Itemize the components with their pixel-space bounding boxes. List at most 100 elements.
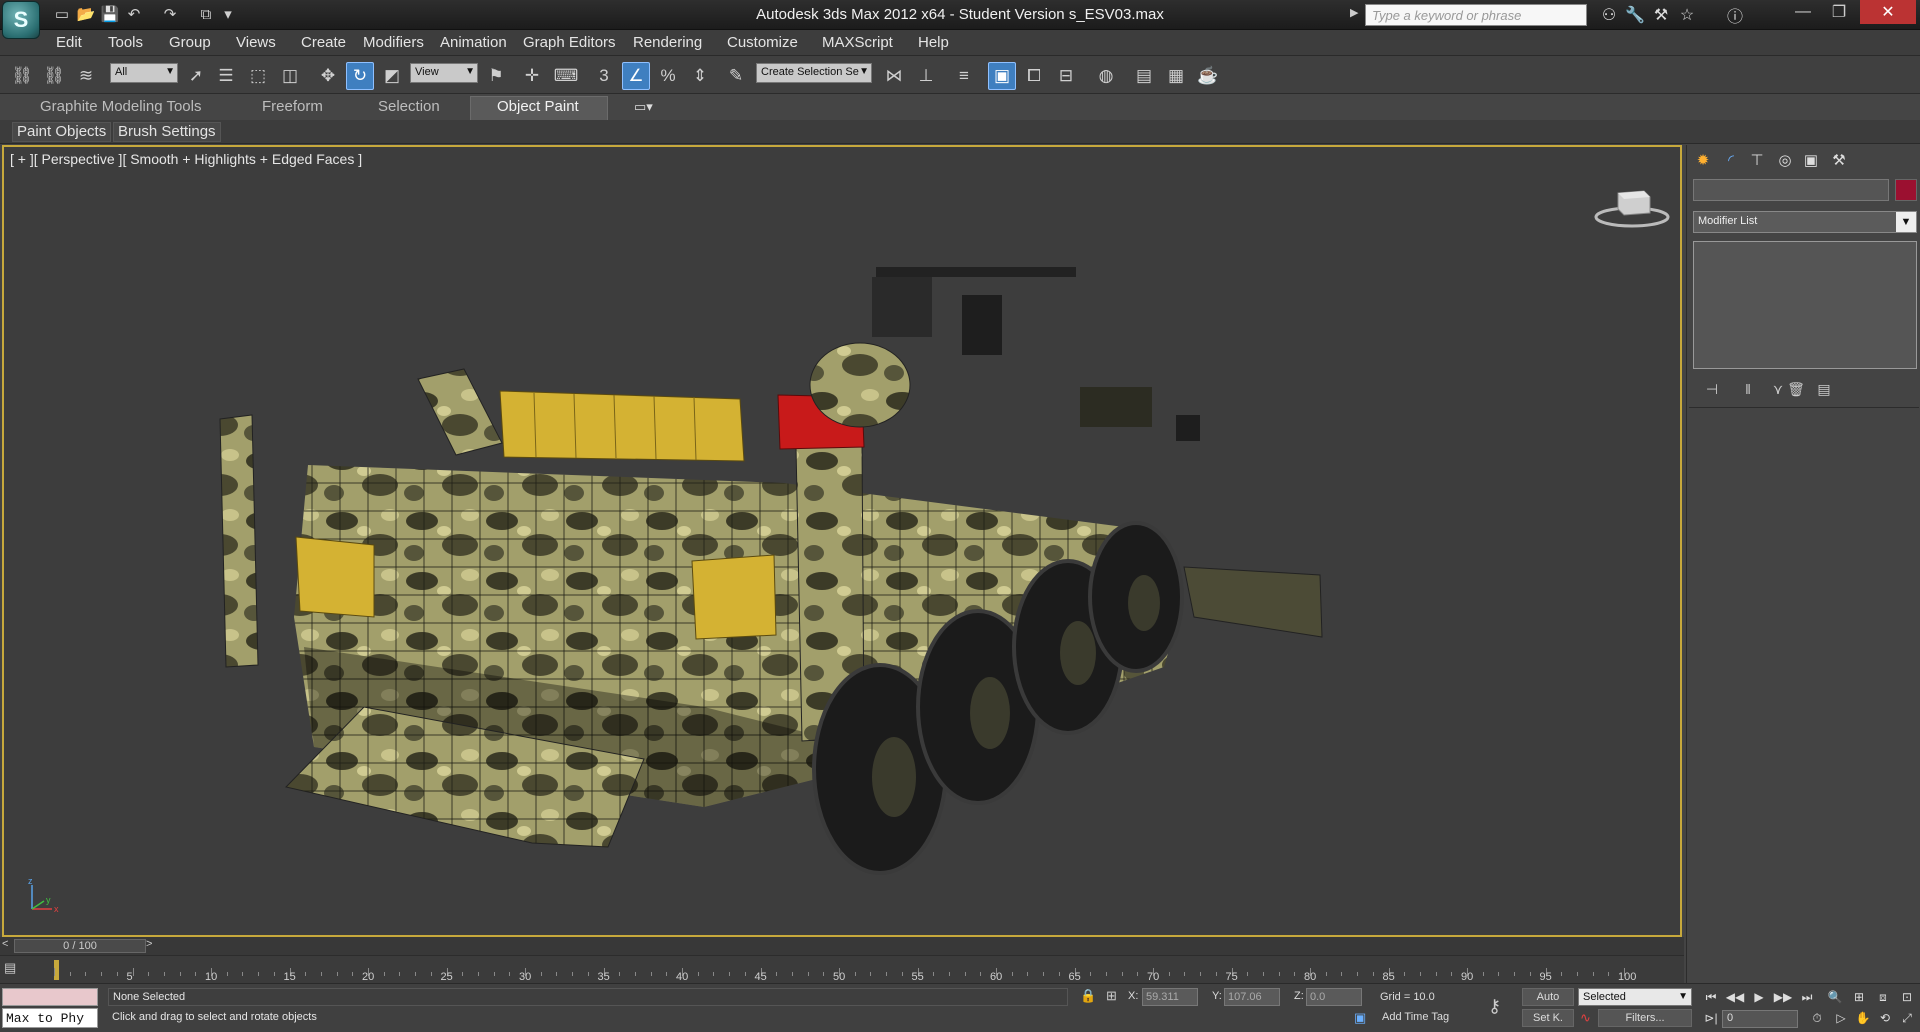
menu-graph-editors[interactable]: Graph Editors (523, 34, 616, 51)
previous-frame-icon[interactable]: ◀◀ (1724, 988, 1746, 1006)
quick-access-dropdown-icon[interactable]: ▾ (216, 3, 240, 25)
menu-create[interactable]: Create (301, 34, 346, 51)
pin-stack-icon[interactable]: ⊣ (1701, 379, 1723, 399)
current-frame-field[interactable]: 0 (1722, 1010, 1798, 1028)
bind-space-warp-icon[interactable]: ≋ (72, 62, 100, 90)
schematic-view-icon[interactable]: ⊟ (1052, 62, 1080, 90)
select-and-scale-icon[interactable]: ◩ (378, 62, 406, 90)
play-icon[interactable]: ▶ (1748, 988, 1770, 1006)
vehicle-model[interactable] (4, 147, 1680, 935)
window-crossing-icon[interactable]: ◫ (276, 62, 304, 90)
paint-objects-button[interactable]: Paint Objects (12, 122, 112, 142)
tab-selection[interactable]: Selection (378, 98, 440, 115)
perspective-viewport[interactable]: [ + ][ Perspective ][ Smooth + Highlight… (2, 145, 1682, 937)
pivot-center-icon[interactable]: ⚑ (482, 62, 510, 90)
modify-tab-icon[interactable]: ◜ (1719, 149, 1743, 171)
render-teapot-icon[interactable]: ☕ (1194, 62, 1222, 90)
next-frame-icon[interactable]: ▶▶ (1772, 988, 1794, 1006)
named-selection-dropdown[interactable]: Create Selection Se ▼ (756, 63, 872, 83)
select-object-icon[interactable]: ➚ (182, 62, 210, 90)
menu-animation[interactable]: Animation (440, 34, 507, 51)
percent-snap-icon[interactable]: % (654, 62, 682, 90)
keyboard-shortcut-override-icon[interactable]: ⌨ (552, 62, 580, 90)
ribbon-options-icon[interactable]: ▭▾ (634, 99, 653, 115)
lock-icon[interactable]: 🔒 (1080, 988, 1096, 1004)
zoom-icon[interactable]: 🔍 (1824, 988, 1846, 1006)
pan-view-icon[interactable]: ✋ (1852, 1009, 1874, 1027)
maxscript-mini-listener[interactable]: Max to Phy (2, 1008, 98, 1028)
maximize-icon[interactable]: ❐ (1822, 0, 1856, 24)
menu-edit[interactable]: Edit (56, 34, 82, 51)
time-configuration-icon[interactable]: ⏱ (1806, 1009, 1828, 1027)
z-coordinate-field[interactable]: 0.0 (1306, 988, 1362, 1006)
reference-coordinate-dropdown[interactable]: View ▼ (410, 63, 478, 83)
create-tab-icon[interactable]: ✹ (1691, 149, 1715, 171)
configure-modifier-sets-icon[interactable]: ▤ (1813, 379, 1835, 399)
y-coordinate-field[interactable]: 107.06 (1224, 988, 1280, 1006)
time-tag-icon[interactable]: ▣ (1354, 1010, 1366, 1026)
selection-filter-dropdown[interactable]: All ▼ (110, 63, 178, 83)
tab-freeform[interactable]: Freeform (262, 98, 323, 115)
help-icon[interactable]: ⓘ (1722, 4, 1748, 26)
menu-tools[interactable]: Tools (108, 34, 143, 51)
curve-editor-icon[interactable]: ⧠ (1020, 62, 1048, 90)
redo-icon[interactable]: ↷ (158, 3, 182, 25)
app-logo-icon[interactable]: S (2, 1, 40, 39)
modifier-stack[interactable] (1693, 241, 1917, 369)
open-file-icon[interactable]: 📂 (74, 3, 98, 25)
select-and-link-icon[interactable]: ⛓ (8, 62, 36, 90)
modifier-list-dropdown[interactable]: Modifier List ▼ (1693, 211, 1917, 233)
go-to-end-icon[interactable]: ⏭ (1796, 988, 1818, 1006)
time-slider[interactable]: < 0 / 100 > (0, 937, 1684, 955)
orbit-icon[interactable]: ⟲ (1874, 1009, 1896, 1027)
key-filters-button[interactable]: Filters... (1598, 1009, 1692, 1027)
menu-rendering[interactable]: Rendering (633, 34, 702, 51)
mirror-icon[interactable]: ⋈ (880, 62, 908, 90)
layer-manager-icon[interactable]: ≡ (950, 62, 978, 90)
key-tangent-icon[interactable]: ∿ (1580, 1010, 1591, 1026)
maximize-viewport-icon[interactable]: ⤢ (1896, 1009, 1918, 1027)
select-by-name-icon[interactable]: ☰ (212, 62, 240, 90)
key-filter-dropdown[interactable]: Selected ▼ (1578, 988, 1692, 1006)
subscription-key-icon[interactable]: 🔧 (1622, 4, 1648, 26)
menu-maxscript[interactable]: MAXScript (822, 34, 893, 51)
search-input[interactable]: Type a keyword or phrase (1365, 4, 1587, 26)
viewcube-icon[interactable] (1594, 183, 1670, 229)
new-file-icon[interactable]: ▭ (50, 3, 74, 25)
zoom-extents-icon[interactable]: ⧈ (1872, 988, 1894, 1006)
remove-modifier-icon[interactable]: 🗑 (1785, 379, 1807, 399)
display-tab-icon[interactable]: ▣ (1799, 149, 1823, 171)
menu-views[interactable]: Views (236, 34, 276, 51)
absolute-mode-icon[interactable]: ⊞ (1106, 988, 1117, 1004)
slider-right-arrow-icon[interactable]: > (146, 938, 152, 950)
edit-named-selection-icon[interactable]: ✎ (722, 62, 750, 90)
select-and-move-icon[interactable]: ✥ (314, 62, 342, 90)
brush-settings-button[interactable]: Brush Settings (113, 122, 221, 142)
graphite-toggle-icon[interactable]: ▣ (988, 62, 1016, 90)
unlink-selection-icon[interactable]: ⛓ (40, 62, 68, 90)
project-folder-icon[interactable]: ⧉ (194, 3, 218, 25)
select-manipulate-icon[interactable]: ✛ (518, 62, 546, 90)
rectangular-selection-icon[interactable]: ⬚ (244, 62, 272, 90)
show-end-result-icon[interactable]: ‖ (1737, 379, 1759, 399)
zoom-all-icon[interactable]: ⊞ (1848, 988, 1870, 1006)
tab-graphite-modeling-tools[interactable]: Graphite Modeling Tools (40, 98, 201, 115)
menu-customize[interactable]: Customize (727, 34, 798, 51)
minimize-icon[interactable]: — (1786, 0, 1820, 24)
maxscript-listener-output[interactable] (2, 988, 98, 1006)
go-to-start-icon[interactable]: ⏮ (1700, 988, 1722, 1006)
expand-search-icon[interactable]: ▶ (1350, 6, 1358, 19)
hierarchy-tab-icon[interactable]: ⊤ (1745, 149, 1769, 171)
motion-tab-icon[interactable]: ◎ (1773, 149, 1797, 171)
menu-help[interactable]: Help (918, 34, 949, 51)
save-file-icon[interactable]: 💾 (98, 3, 122, 25)
utilities-tab-icon[interactable]: ⚒ (1827, 149, 1851, 171)
align-icon[interactable]: ⊥ (912, 62, 940, 90)
menu-group[interactable]: Group (169, 34, 211, 51)
binoculars-icon[interactable]: ⚇ (1596, 4, 1622, 26)
field-of-view-icon[interactable]: ▷ (1830, 1009, 1852, 1027)
menu-modifiers[interactable]: Modifiers (363, 34, 424, 51)
rendered-frame-window-icon[interactable]: ▦ (1162, 62, 1190, 90)
object-color-swatch[interactable] (1895, 179, 1917, 201)
zoom-extents-all-icon[interactable]: ⊡ (1896, 988, 1918, 1006)
